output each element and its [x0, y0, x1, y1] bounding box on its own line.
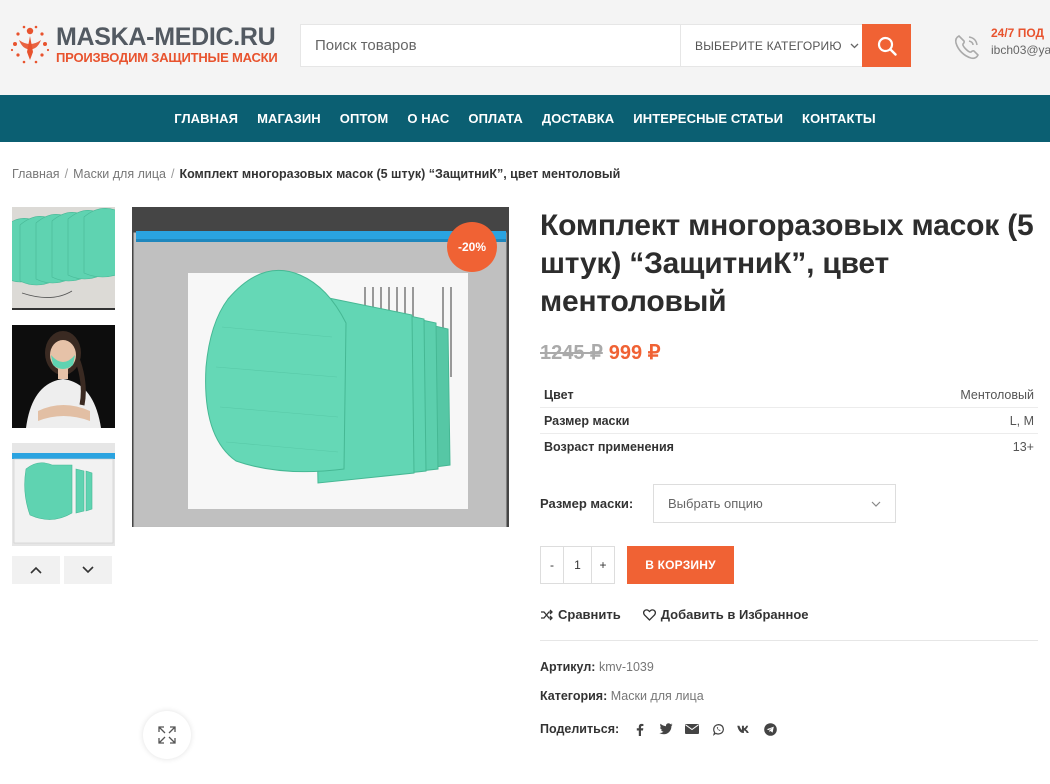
thumbnail-2[interactable]	[12, 325, 115, 428]
old-price: 1245 ₽	[540, 342, 603, 364]
nav-item-payment[interactable]: ОПЛАТА	[459, 111, 532, 126]
nav-item-home[interactable]: ГЛАВНАЯ	[165, 111, 248, 126]
product-title: Комплект многоразовых масок (5 штук) “За…	[540, 209, 1034, 318]
share-row: Поделиться:	[540, 722, 777, 736]
attribute-key: Цвет	[544, 387, 574, 402]
support-block: 24/7 ПОД ibch03@ya	[952, 26, 1050, 62]
wishlist-label: Добавить в Избранное	[660, 607, 809, 622]
size-option-label: Размер маски	[540, 496, 629, 511]
main-nav: ГЛАВНАЯ МАГАЗИН ОПТОМ О НАС ОПЛАТА ДОСТА…	[0, 95, 1050, 142]
sku-value: kmv-1039	[598, 660, 654, 674]
category-select[interactable]: ВЫБЕРИТЕ КАТЕГОРИЮ	[680, 25, 862, 66]
thumbnail-image-model	[12, 325, 115, 428]
expand-icon	[158, 726, 176, 744]
qty-input[interactable]: 1	[563, 547, 592, 583]
chevron-up-icon	[30, 566, 42, 574]
heart-icon	[642, 608, 656, 621]
support-email[interactable]: ibch03@ya	[991, 43, 1050, 57]
email-icon[interactable]	[685, 722, 700, 736]
breadcrumb-home[interactable]: Главная	[12, 167, 60, 181]
thumbnail-prev-button[interactable]	[12, 556, 60, 584]
nav-item-wholesale[interactable]: ОПТОМ	[330, 111, 398, 126]
nav-item-delivery[interactable]: ДОСТАВКА	[532, 111, 623, 126]
attribute-value: 13+	[1012, 440, 1034, 454]
thumbnail-image-masks-stack	[12, 207, 115, 308]
category-select-label: ВЫБЕРИТЕ КАТЕГОРИЮ	[695, 38, 842, 53]
search-bar: ВЫБЕРИТЕ КАТЕГОРИЮ	[300, 24, 911, 67]
quantity-stepper: - 1 +	[540, 546, 615, 584]
product-actions: Сравнить Добавить в Избранное	[540, 607, 831, 622]
brand-tagline: ПРОИЗВОДИМ ЗАЩИТНЫЕ МАСКИ	[56, 50, 278, 65]
phone-icon	[954, 35, 979, 60]
search-input[interactable]	[301, 25, 680, 66]
category-link[interactable]: Маски для лица	[611, 689, 704, 703]
compare-button[interactable]: Сравнить	[540, 607, 621, 622]
nav-item-articles[interactable]: ИНТЕРЕСНЫЕ СТАТЬИ	[624, 111, 793, 126]
breadcrumb: Главная / Маски для лица / Комплект многораз…	[12, 167, 620, 181]
chevron-down-icon	[82, 566, 94, 574]
category-label: Категория:	[540, 689, 608, 703]
discount-badge: -20%	[447, 222, 497, 272]
support-title: 24/7 ПОД	[991, 26, 1045, 40]
attribute-key: Размер маски	[544, 413, 630, 428]
brand-name: MASKA-MEDIC.RU	[56, 23, 276, 51]
zoom-button[interactable]	[143, 711, 191, 759]
sku-label: Артикул:	[540, 660, 596, 674]
compare-label: Сравнить	[558, 607, 621, 622]
attribute-row: Цвет Ментоловый	[540, 382, 1038, 408]
attribute-row: Размер маски L, M	[540, 408, 1038, 434]
thumbnail-3[interactable]	[12, 443, 115, 546]
thumbnail-next-button[interactable]	[64, 556, 112, 584]
attributes-table: Цвет Ментоловый Размер маски L, M Возрас…	[540, 382, 1038, 460]
size-select[interactable]: Выбрать опцию	[653, 484, 896, 523]
whatsapp-icon[interactable]	[711, 722, 725, 736]
size-select-placeholder: Выбрать опцию	[668, 496, 763, 511]
price-block: 1245 ₽999 ₽	[540, 340, 660, 365]
breadcrumb-separator: /	[170, 167, 175, 181]
compare-icon	[541, 609, 553, 620]
share-label: Поделиться:	[540, 722, 620, 736]
qty-increase-button[interactable]: +	[592, 547, 614, 583]
breadcrumb-separator: /	[64, 167, 69, 181]
vk-icon[interactable]	[737, 722, 751, 736]
twitter-icon[interactable]	[659, 722, 673, 736]
sku-row: Артикул: kmv-1039	[540, 660, 654, 674]
telegram-icon[interactable]	[763, 722, 777, 736]
search-icon	[877, 36, 897, 56]
attribute-value: L, M	[1009, 413, 1034, 428]
nav-item-about[interactable]: О НАС	[398, 111, 459, 126]
add-to-cart-button[interactable]: В КОРЗИНУ	[627, 546, 734, 584]
breadcrumb-current: Комплект многоразовых масок (5 штук) “За…	[179, 167, 621, 181]
nav-item-shop[interactable]: МАГАЗИН	[248, 111, 331, 126]
nav-item-contacts[interactable]: КОНТАКТЫ	[793, 111, 886, 126]
facebook-icon[interactable]	[633, 722, 647, 736]
attribute-row: Возраст применения 13+	[540, 434, 1038, 460]
thumbnail-1[interactable]	[12, 207, 115, 310]
breadcrumb-category[interactable]: Маски для лица	[73, 167, 166, 181]
site-header: MASKA-MEDIC.RU ПРОИЗВОДИМ ЗАЩИТНЫЕ МАСКИ…	[0, 0, 1050, 95]
search-button[interactable]	[862, 24, 911, 67]
size-option: Размер маски: Выбрать опцию	[540, 484, 896, 523]
attribute-value: Ментоловый	[960, 387, 1034, 402]
logo-icon	[10, 25, 50, 64]
new-price: 999 ₽	[608, 342, 661, 364]
category-row: Категория: Маски для лица	[540, 689, 704, 703]
logo[interactable]: MASKA-MEDIC.RU ПРОИЗВОДИМ ЗАЩИТНЫЕ МАСКИ	[10, 22, 278, 66]
attribute-key: Возраст применения	[544, 440, 674, 454]
chevron-down-icon	[850, 43, 859, 48]
thumbnail-gallery	[12, 207, 116, 584]
qty-decrease-button[interactable]: -	[541, 547, 563, 583]
divider	[540, 640, 1038, 641]
chevron-down-icon	[871, 501, 881, 507]
thumbnail-image-package	[12, 443, 115, 546]
wishlist-button[interactable]: Добавить в Избранное	[642, 607, 809, 622]
